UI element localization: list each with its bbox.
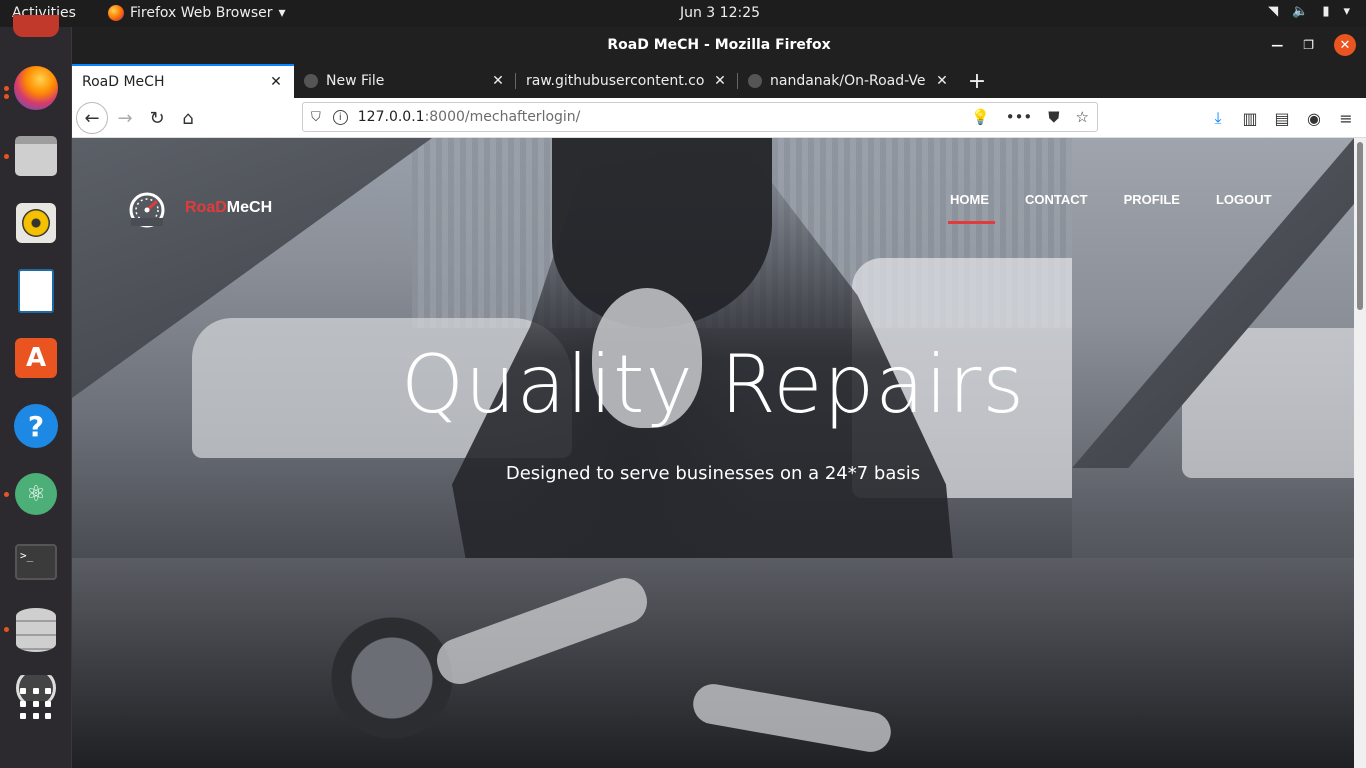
tab-github-repo[interactable]: nandanak/On-Road-Vehi ✕ bbox=[738, 64, 960, 98]
forward-button[interactable]: → bbox=[109, 102, 141, 134]
libreoffice-writer-icon[interactable] bbox=[13, 268, 59, 314]
nav-contact[interactable]: CONTACT bbox=[1007, 192, 1106, 224]
clock[interactable]: Jun 3 12:25 bbox=[0, 5, 1366, 21]
reload-button[interactable]: ↻ bbox=[141, 102, 173, 134]
hero-headline: Quality Repairs bbox=[400, 338, 1026, 431]
tab-raw-github[interactable]: raw.githubusercontent.com ✕ bbox=[516, 64, 738, 98]
back-button[interactable]: ← bbox=[76, 102, 108, 134]
show-applications-icon[interactable] bbox=[20, 688, 52, 720]
close-tab-icon[interactable]: ✕ bbox=[268, 74, 284, 90]
help-icon[interactable]: ? bbox=[13, 403, 59, 449]
volume-icon: 🔈 bbox=[1292, 4, 1309, 19]
nav-profile[interactable]: PROFILE bbox=[1106, 192, 1198, 224]
nav-logout[interactable]: LOGOUT bbox=[1198, 192, 1290, 224]
site-logo[interactable]: RoaDMeCH bbox=[127, 188, 272, 228]
maximize-icon[interactable]: ❐ bbox=[1303, 38, 1314, 52]
tab-new-file[interactable]: New File ✕ bbox=[294, 64, 516, 98]
web-page: RoaDMeCH HOME CONTACT PROFILE LOGOUT Qua… bbox=[72, 138, 1354, 768]
hamburger-menu-icon[interactable]: ≡ bbox=[1334, 102, 1358, 134]
window-titlebar: RoaD MeCH - Mozilla Firefox — ❐ ✕ bbox=[72, 27, 1366, 64]
running-indicator bbox=[4, 492, 9, 497]
rhythmbox-icon[interactable] bbox=[13, 200, 59, 246]
close-tab-icon[interactable]: ✕ bbox=[712, 73, 728, 89]
tab-label: raw.githubusercontent.com bbox=[526, 73, 704, 89]
files-icon[interactable] bbox=[13, 133, 59, 179]
partial-dock-icon[interactable] bbox=[13, 13, 59, 49]
wifi-icon: ◥ bbox=[1268, 4, 1279, 19]
terminal-icon[interactable]: >_ bbox=[13, 539, 59, 585]
tab-label: RoaD MeCH bbox=[82, 74, 165, 90]
firefox-window: RoaD MeCH - Mozilla Firefox — ❐ ✕ RoaD M… bbox=[72, 27, 1366, 768]
close-tab-icon[interactable]: ✕ bbox=[934, 73, 950, 89]
gnome-top-bar: Activities Firefox Web Browser ▾ Jun 3 1… bbox=[0, 0, 1366, 27]
account-icon[interactable]: ◉ bbox=[1302, 102, 1326, 134]
tab-bar: RoaD MeCH ✕ New File ✕ raw.githubusercon… bbox=[72, 64, 1366, 98]
running-indicator bbox=[4, 86, 9, 91]
ubuntu-software-icon[interactable]: A bbox=[13, 335, 59, 381]
tracking-protection-shield-icon[interactable]: ⛉ bbox=[311, 110, 321, 125]
running-indicator bbox=[4, 94, 9, 99]
lightbulb-icon[interactable]: 💡 bbox=[971, 108, 990, 126]
nav-home[interactable]: HOME bbox=[932, 192, 1007, 224]
close-tab-icon[interactable]: ✕ bbox=[490, 73, 506, 89]
tab-label: New File bbox=[326, 73, 385, 89]
url-bar[interactable]: ⛉ i 127.0.0.1:8000/mechafterlogin/ 💡 •••… bbox=[302, 102, 1098, 132]
site-name: RoaDMeCH bbox=[185, 199, 273, 216]
navigation-toolbar: ← → ↻ ⌂ ⛉ i 127.0.0.1:8000/mechafterlogi… bbox=[72, 98, 1366, 138]
pocket-icon[interactable]: ⛊ bbox=[1048, 108, 1059, 126]
battery-icon: ▮ bbox=[1322, 4, 1330, 19]
new-tab-button[interactable]: + bbox=[960, 64, 994, 98]
speedometer-icon bbox=[129, 192, 165, 228]
bookmark-star-icon[interactable]: ☆ bbox=[1076, 108, 1089, 126]
atom-icon[interactable]: ⚛ bbox=[13, 471, 59, 517]
chevron-down-icon: ▾ bbox=[1343, 4, 1350, 19]
close-window-icon[interactable]: ✕ bbox=[1334, 34, 1356, 56]
hero-image-repeat bbox=[1072, 138, 1354, 768]
sidebar-icon[interactable]: ▤ bbox=[1270, 102, 1294, 134]
database-icon[interactable] bbox=[13, 607, 59, 653]
hero-tagline: Designed to serve businesses on a 24*7 b… bbox=[505, 463, 921, 484]
system-tray[interactable]: ◥ 🔈 ▮ ▾ bbox=[1268, 4, 1350, 19]
scrollbar-thumb[interactable] bbox=[1357, 142, 1363, 310]
page-scrollbar[interactable] bbox=[1354, 138, 1366, 768]
site-info-icon[interactable]: i bbox=[332, 109, 348, 125]
tab-label: nandanak/On-Road-Vehi bbox=[770, 73, 926, 89]
running-indicator bbox=[4, 154, 9, 159]
firefox-icon[interactable] bbox=[13, 65, 59, 111]
tab-roadmech[interactable]: RoaD MeCH ✕ bbox=[72, 64, 294, 98]
window-title: RoaD MeCH - Mozilla Firefox bbox=[607, 37, 831, 53]
hero-image bbox=[72, 138, 1072, 768]
home-button[interactable]: ⌂ bbox=[172, 102, 204, 134]
library-icon[interactable]: ▥ bbox=[1238, 102, 1262, 134]
page-actions-icon[interactable]: ••• bbox=[1006, 108, 1033, 126]
site-nav: HOME CONTACT PROFILE LOGOUT bbox=[932, 192, 1290, 224]
downloads-icon[interactable]: ⤓ bbox=[1206, 102, 1230, 134]
github-favicon-icon bbox=[304, 74, 318, 88]
running-indicator bbox=[4, 627, 9, 632]
minimize-icon[interactable]: — bbox=[1271, 38, 1283, 52]
url-text[interactable]: 127.0.0.1:8000/mechafterlogin/ bbox=[358, 109, 581, 125]
ubuntu-dock: A ? ⚛ >_ bbox=[0, 15, 72, 768]
github-favicon-icon bbox=[748, 74, 762, 88]
